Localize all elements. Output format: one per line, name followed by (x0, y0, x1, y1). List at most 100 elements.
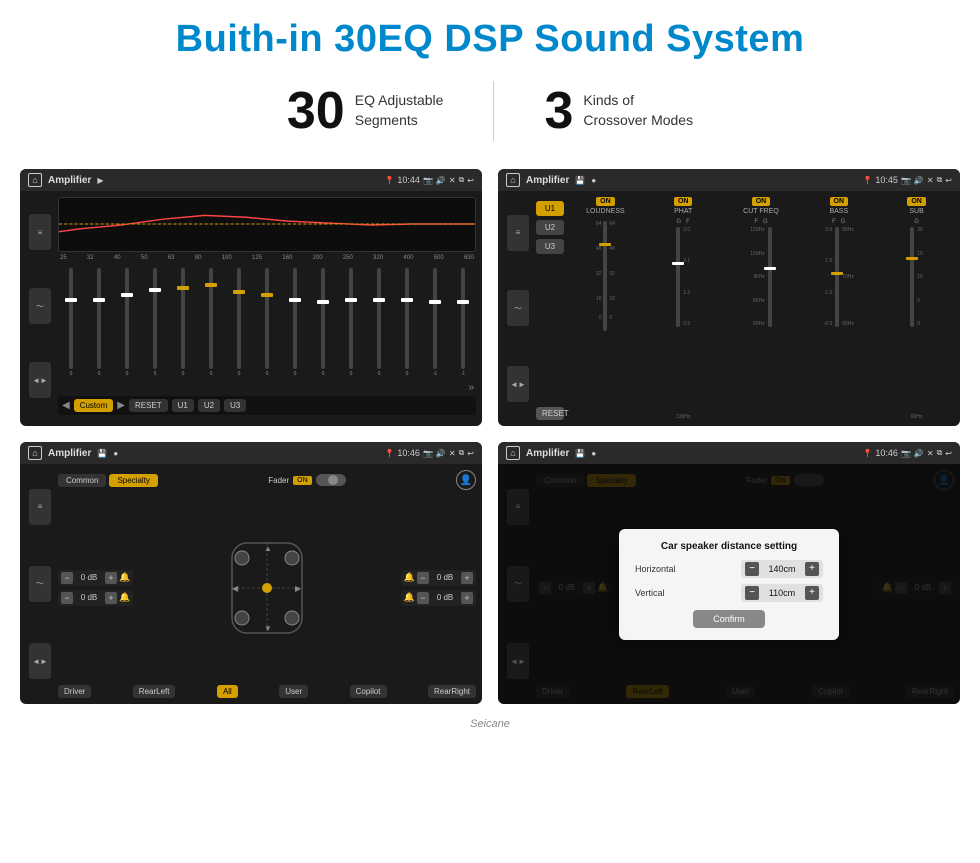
tab-specialty[interactable]: Specialty (109, 474, 157, 487)
bottom-btns: Driver RearLeft All User Copilot RearRig… (58, 685, 476, 698)
sidebar-btn-vol[interactable]: ◄► (29, 362, 51, 398)
custom-btn[interactable]: Custom (74, 399, 114, 412)
driver-btn[interactable]: Driver (58, 685, 91, 698)
vertical-value: 110cm (762, 588, 802, 598)
watermark: Seicane (0, 714, 980, 736)
all-btn[interactable]: All (217, 685, 238, 698)
slider-7[interactable]: 0 (226, 266, 252, 377)
ch-phat-on[interactable]: ON (674, 197, 693, 206)
reset-btn[interactable]: RESET (129, 399, 168, 412)
eq-freq-labels: 25 32 40 50 63 80 100 125 160 200 250 32… (58, 255, 476, 261)
page-header: Buith-in 30EQ DSP Sound System (0, 0, 980, 71)
slider-3[interactable]: 0 (114, 266, 140, 377)
confirm-button[interactable]: Confirm (693, 610, 765, 628)
close-icon-2: ✕ (927, 176, 934, 185)
slider-4[interactable]: 5 (142, 266, 168, 377)
horizontal-plus[interactable]: + (805, 562, 819, 576)
prev-btn[interactable]: ◀ (62, 400, 70, 411)
distance-dialog: Car speaker distance setting Horizontal … (619, 529, 839, 640)
rear-right-btn[interactable]: RearRight (428, 685, 476, 698)
slider-9[interactable]: 0 (282, 266, 308, 377)
screen3-sidebar: ≡ 〜 ◄► (26, 470, 54, 698)
db-minus-fr[interactable]: − (417, 572, 429, 584)
u1-btn[interactable]: U1 (172, 399, 194, 412)
tab-common[interactable]: Common (58, 474, 106, 487)
sidebar-btn-wave3[interactable]: 〜 (29, 566, 51, 602)
home-icon[interactable] (28, 173, 42, 187)
slider-1[interactable]: 0 (58, 266, 84, 377)
camera-icon-2: 📷 (901, 176, 911, 185)
volume-icon: 🔊 (436, 176, 446, 185)
sidebar-btn-eq3[interactable]: ≡ (29, 489, 51, 525)
u2-btn[interactable]: U2 (198, 399, 220, 412)
volume-icon-4: 🔊 (914, 449, 924, 458)
sidebar-btn-wave2[interactable]: 〜 (507, 290, 529, 326)
eq-sliders: 0 0 0 5 0 (58, 264, 476, 379)
slider-15[interactable]: -1 (450, 266, 476, 377)
slider-5[interactable]: 0 (170, 266, 196, 377)
preset-u3[interactable]: U3 (536, 239, 564, 254)
screen4-content: ≡ 〜 ◄► Common Specialty Fader ON 👤 (498, 464, 960, 704)
u3-btn[interactable]: U3 (224, 399, 246, 412)
preset-col: U1 U2 U3 RESET (536, 197, 564, 420)
close-icon: ✕ (449, 176, 456, 185)
ch-bass-on[interactable]: ON (830, 197, 849, 206)
vertical-minus[interactable]: − (745, 586, 759, 600)
location-icon-4: 📍 (862, 449, 872, 458)
sidebar-btn-eq2[interactable]: ≡ (507, 215, 529, 251)
preset-u1[interactable]: U1 (536, 201, 564, 216)
slider-13[interactable]: 0 (394, 266, 420, 377)
screen4-time: 10:46 (875, 448, 898, 458)
volume-icon-3: 🔊 (436, 449, 446, 458)
screen2-sidebar: ≡ 〜 ◄► (504, 197, 532, 420)
ch-cutfreq-on[interactable]: ON (752, 197, 771, 206)
more-arrow[interactable]: » (468, 382, 474, 393)
slider-6[interactable]: 0 (198, 266, 224, 377)
camera-icon-3: 📷 (423, 449, 433, 458)
fader-on-btn[interactable]: ON (293, 476, 312, 485)
crossover-reset-btn[interactable]: RESET (536, 407, 564, 420)
sidebar-btn-eq[interactable]: ≡ (29, 214, 51, 250)
db-minus-fl[interactable]: − (61, 572, 73, 584)
dialog-row-horizontal: Horizontal − 140cm + (635, 560, 823, 578)
location-icon: 📍 (384, 176, 394, 185)
preset-u2[interactable]: U2 (536, 220, 564, 235)
slider-8[interactable]: 0 (254, 266, 280, 377)
db-plus-fl[interactable]: + (105, 572, 117, 584)
copilot-btn[interactable]: Copilot (350, 685, 387, 698)
user-btn[interactable]: User (279, 685, 308, 698)
home-icon-4[interactable] (506, 446, 520, 460)
screen2-appname: Amplifier (526, 175, 569, 186)
dot-icon-3: ● (113, 449, 118, 458)
slider-10[interactable]: 0 (310, 266, 336, 377)
db-plus-fr[interactable]: + (461, 572, 473, 584)
screen2-statusbar: Amplifier 💾 ● 📍 10:45 📷 🔊 ✕ ⧉ ↩ (498, 169, 960, 191)
db-val-fl: 0 dB (75, 573, 103, 582)
vertical-plus[interactable]: + (805, 586, 819, 600)
db-plus-rr[interactable]: + (461, 592, 473, 604)
rear-left-btn[interactable]: RearLeft (133, 685, 176, 698)
person-icon: 👤 (456, 470, 476, 490)
sidebar-btn-vol2[interactable]: ◄► (507, 366, 529, 402)
db-minus-rl[interactable]: − (61, 592, 73, 604)
slider-12[interactable]: 0 (366, 266, 392, 377)
ch-loudness-on[interactable]: ON (596, 197, 615, 206)
db-minus-rr[interactable]: − (417, 592, 429, 604)
home-icon-2[interactable] (506, 173, 520, 187)
home-icon-3[interactable] (28, 446, 42, 460)
db-plus-rl[interactable]: + (105, 592, 117, 604)
ch-sub-on[interactable]: ON (907, 197, 926, 206)
slider-14[interactable]: -1 (422, 266, 448, 377)
distance-dialog-overlay: Car speaker distance setting Horizontal … (498, 464, 960, 704)
back-icon: ↩ (467, 176, 474, 185)
db-control-rl: − 0 dB + 🔔 (58, 590, 133, 606)
sidebar-btn-wave[interactable]: 〜 (29, 288, 51, 324)
slider-11[interactable]: 0 (338, 266, 364, 377)
db-control-fr: 🔔 − 0 dB + (401, 570, 476, 586)
close-icon-3: ✕ (449, 449, 456, 458)
slider-2[interactable]: 0 (86, 266, 112, 377)
horizontal-minus[interactable]: − (745, 562, 759, 576)
next-btn[interactable]: ▶ (117, 400, 125, 411)
sidebar-btn-vol3[interactable]: ◄► (29, 643, 51, 679)
stats-row: 30 EQ AdjustableSegments 3 Kinds ofCross… (0, 71, 980, 159)
